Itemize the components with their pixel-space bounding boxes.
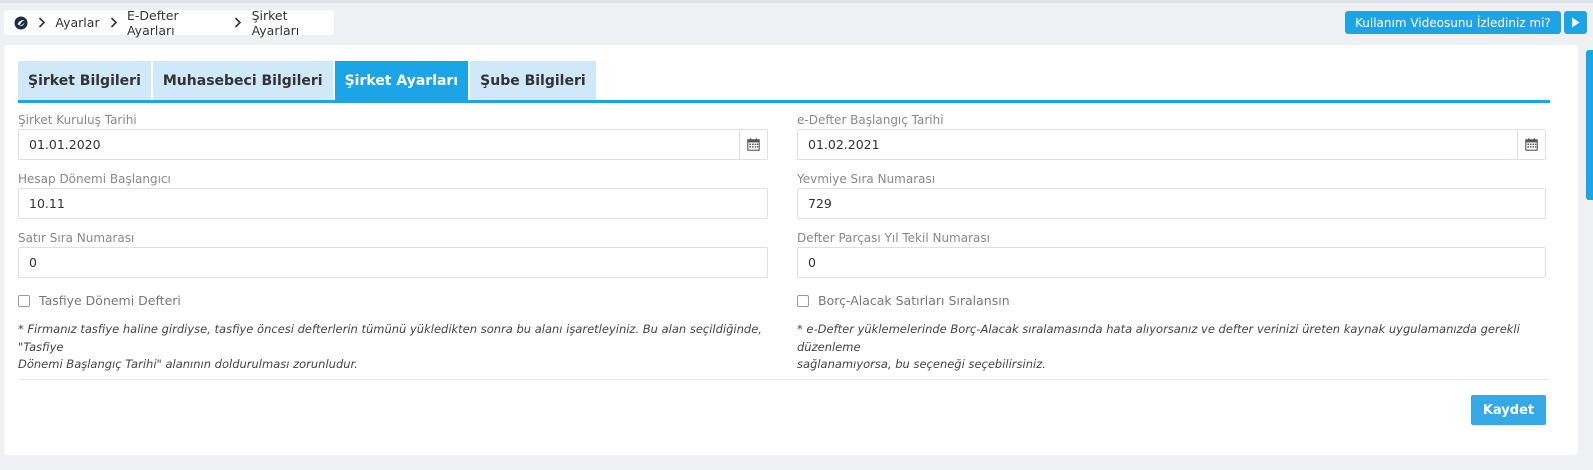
- tab-sube-bilgileri[interactable]: Şube Bilgileri: [470, 61, 596, 100]
- chevron-right-icon: [110, 17, 119, 29]
- edefter-baslangic-label: e-Defter Başlangıç Tarihi: [797, 113, 944, 127]
- kurulus-tarihi-input[interactable]: [29, 130, 767, 159]
- borc-alacak-note-line-2: sağlanamıyorsa, bu seçeneği seçebilirsin…: [797, 357, 1046, 371]
- tab-muhasebeci-bilgileri[interactable]: Muhasebeci Bilgileri: [152, 61, 333, 100]
- top-border: [0, 0, 1593, 3]
- breadcrumb-item-edefter-ayarlari[interactable]: E-Defter Ayarları: [127, 8, 224, 38]
- tab-sirket-ayarlari[interactable]: Şirket Ayarları: [334, 61, 469, 100]
- borc-alacak-note: * e-Defter yüklemelerinde Borç-Alacak sı…: [797, 321, 1557, 374]
- calendar-icon[interactable]: [739, 130, 767, 159]
- breadcrumb-item-sirket-ayarlari: Şirket Ayarları: [251, 7, 300, 38]
- defter-parcasi-field[interactable]: [797, 247, 1546, 278]
- satir-sira-label: Satır Sıra Numarası: [18, 231, 135, 245]
- video-help-button[interactable]: Kullanım Videosunu İzlediniz mi?: [1345, 11, 1587, 34]
- home-logo-icon[interactable]: [14, 16, 28, 30]
- defter-parcasi-input[interactable]: [808, 248, 1545, 277]
- breadcrumb: Ayarlar E-Defter Ayarları Şirket Ayarlar…: [4, 7, 334, 38]
- tasfiye-checkbox[interactable]: [18, 294, 30, 307]
- tab-underline: [18, 100, 1550, 103]
- settings-card: Şirket Bilgileri Muhasebeci Bilgileri Şi…: [4, 45, 1578, 455]
- borc-alacak-note-line-1: * e-Defter yüklemelerinde Borç-Alacak sı…: [797, 322, 1520, 354]
- kurulus-tarihi-label: Şirket Kuruluş Tarihi: [18, 113, 137, 127]
- chevron-right-icon: [234, 17, 243, 29]
- tasfiye-note-line-1: * Firmanız tasfiye haline girdiyse, tasf…: [18, 322, 762, 354]
- save-button[interactable]: Kaydet: [1471, 395, 1546, 425]
- play-icon[interactable]: [1563, 11, 1587, 34]
- tasfiye-note: * Firmanız tasfiye haline girdiyse, tasf…: [18, 321, 778, 374]
- tasfiye-checkbox-row[interactable]: Tasfiye Dönemi Defteri: [18, 293, 181, 308]
- yevmiye-sira-input[interactable]: [808, 189, 1545, 218]
- tasfiye-note-line-2: Dönemi Başlangıç Tarihi" alanının doldur…: [18, 357, 358, 371]
- side-accent-bar: [1586, 50, 1593, 200]
- satir-sira-field[interactable]: [18, 247, 768, 278]
- hesap-donemi-field[interactable]: [18, 188, 768, 219]
- borc-alacak-checkbox[interactable]: [797, 294, 809, 307]
- hesap-donemi-label: Hesap Dönemi Başlangıcı: [18, 172, 171, 186]
- kurulus-tarihi-field[interactable]: [18, 129, 768, 160]
- defter-parcasi-label: Defter Parçası Yıl Tekil Numarası: [797, 231, 990, 245]
- satir-sira-input[interactable]: [29, 248, 767, 277]
- calendar-icon[interactable]: [1517, 130, 1545, 159]
- yevmiye-sira-label: Yevmiye Sıra Numarası: [797, 172, 936, 186]
- tab-sirket-bilgileri[interactable]: Şirket Bilgileri: [18, 61, 151, 100]
- video-help-label[interactable]: Kullanım Videosunu İzlediniz mi?: [1345, 11, 1561, 34]
- borc-alacak-checkbox-label[interactable]: Borç-Alacak Satırları Sıralansın: [818, 293, 1010, 308]
- breadcrumb-item-ayarlar[interactable]: Ayarlar: [55, 15, 99, 30]
- tasfiye-checkbox-label[interactable]: Tasfiye Dönemi Defteri: [39, 293, 181, 308]
- form-divider: [18, 379, 1550, 380]
- tab-bar: Şirket Bilgileri Muhasebeci Bilgileri Şi…: [18, 61, 598, 100]
- chevron-right-icon: [38, 17, 47, 29]
- edefter-baslangic-input[interactable]: [808, 130, 1545, 159]
- hesap-donemi-input[interactable]: [29, 189, 767, 218]
- borc-alacak-checkbox-row[interactable]: Borç-Alacak Satırları Sıralansın: [797, 293, 1010, 308]
- edefter-baslangic-field[interactable]: [797, 129, 1546, 160]
- yevmiye-sira-field[interactable]: [797, 188, 1546, 219]
